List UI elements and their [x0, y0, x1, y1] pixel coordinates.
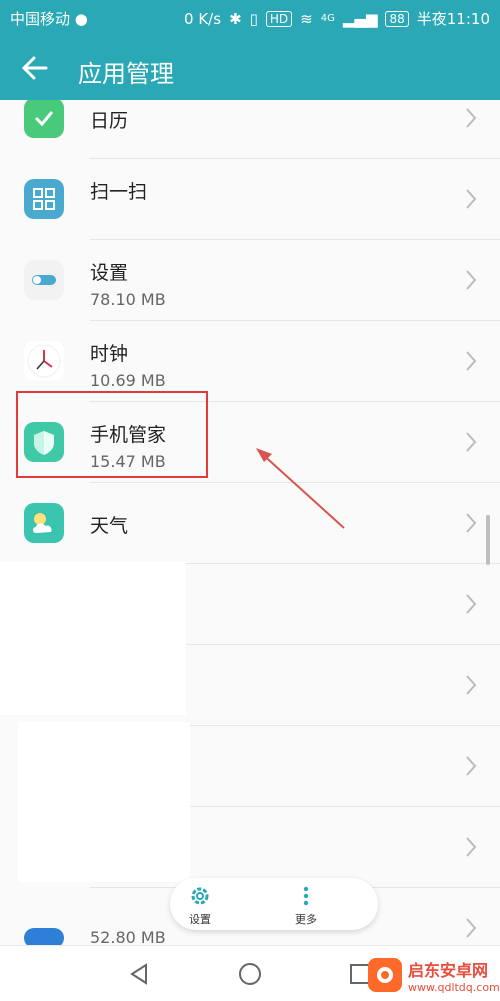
network-type: 4G [320, 13, 335, 24]
watermark-logo-icon [368, 958, 402, 992]
chevron-right-icon [466, 594, 477, 614]
chevron-right-icon [466, 837, 477, 857]
app-name: 扫一扫 [90, 181, 148, 203]
settings-toggle-icon [24, 260, 64, 300]
hd-badge: HD [265, 10, 293, 27]
more-action-label: 更多 [295, 913, 317, 926]
carrier-label: 中国移动 ● [10, 8, 88, 29]
chevron-right-icon [466, 675, 477, 695]
list-item-calendar[interactable]: 日历 [0, 100, 500, 159]
chevron-right-icon [466, 351, 477, 371]
status-right: 0 K/s ✱ ▯ HD ≋ 4G ▂▄▆ 88 半夜11:10 [184, 8, 490, 29]
status-bar: 中国移动 ● 0 K/s ✱ ▯ HD ≋ 4G ▂▄▆ 88 半夜11:10 [0, 0, 500, 36]
list-item-clock[interactable]: 时钟 10.69 MB [0, 321, 500, 402]
blank-area [0, 562, 186, 715]
settings-action-label: 设置 [189, 913, 211, 926]
settings-action[interactable]: 设置 [170, 884, 230, 927]
annotation-arrow-icon [256, 448, 345, 529]
back-triangle-icon[interactable] [126, 961, 152, 987]
app-icon [24, 928, 64, 945]
app-bar: 应用管理 [0, 36, 500, 100]
list-item-scan[interactable]: 扫一扫 [0, 159, 500, 240]
chevron-right-icon [466, 513, 477, 533]
message-icon: ● [74, 10, 88, 28]
blank-area [18, 722, 190, 882]
chevron-right-icon [466, 189, 477, 209]
weather-icon [24, 503, 64, 543]
calendar-icon [24, 100, 64, 138]
vibrate-icon: ▯ [249, 9, 258, 28]
app-name: 设置 [90, 262, 129, 284]
watermark-title: 启东安卓网 [408, 960, 489, 980]
watermark-url: www.qdltdq.com [408, 980, 500, 994]
wifi-icon: ≋ [300, 9, 313, 28]
bluetooth-icon: ✱ [229, 9, 242, 28]
scrollbar[interactable] [486, 515, 490, 565]
app-size: 78.10 MB [90, 290, 166, 309]
page-title: 应用管理 [78, 60, 174, 88]
chevron-right-icon [466, 432, 477, 452]
app-name: 天气 [90, 515, 129, 537]
network-speed: 0 K/s [184, 9, 222, 28]
signal-icon: ▂▄▆ [342, 9, 378, 28]
app-name: 时钟 [90, 343, 129, 365]
app-size: 10.69 MB [90, 371, 166, 390]
app-name: 日历 [90, 110, 129, 132]
battery-level: 88 [385, 10, 409, 27]
watermark: 启东安卓网 www.qdltdq.com [368, 950, 500, 1000]
qr-scan-icon [24, 179, 64, 219]
more-vertical-icon [303, 886, 309, 906]
chevron-right-icon [466, 270, 477, 290]
carrier-text: 中国移动 [10, 10, 71, 28]
list-item-settings[interactable]: 设置 78.10 MB [0, 240, 500, 321]
home-circle-icon[interactable] [237, 961, 263, 987]
chevron-right-icon [466, 108, 477, 128]
highlight-box [16, 391, 208, 478]
clock-time: 半夜11:10 [416, 10, 490, 28]
chevron-right-icon [466, 756, 477, 776]
clock-icon [24, 341, 64, 381]
gear-icon [191, 887, 209, 905]
app-size: 52.80 MB [90, 928, 166, 945]
chevron-right-icon [466, 918, 477, 938]
back-arrow-icon[interactable] [18, 50, 54, 86]
floating-action-bar: 设置 更多 [170, 878, 378, 930]
more-action[interactable]: 更多 [276, 884, 336, 927]
